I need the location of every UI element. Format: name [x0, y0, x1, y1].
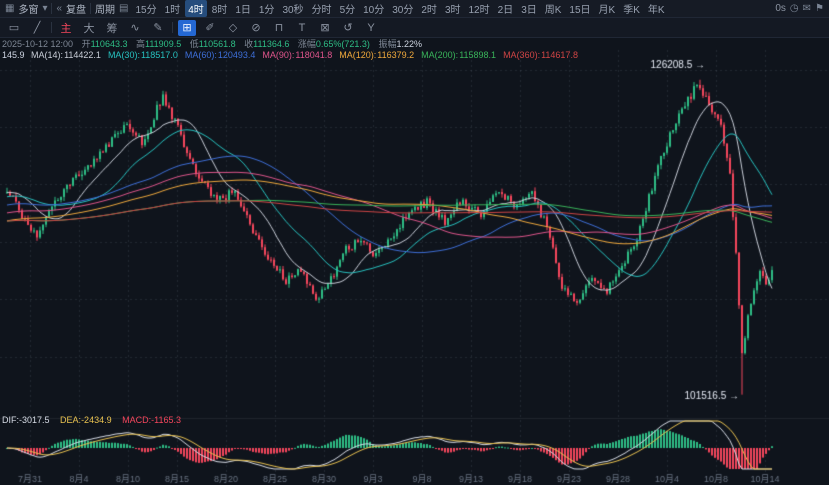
selection-tool-icon[interactable]: ▭ [5, 20, 23, 36]
timeframe-button[interactable]: 周K [542, 0, 565, 17]
multi-window-icon[interactable]: ▦ [5, 4, 14, 14]
candle-countdown: 0s [775, 3, 786, 14]
timeframe-button[interactable]: 8时 [209, 0, 231, 17]
timeframe-button[interactable]: 1时 [162, 0, 184, 17]
timeframe-button[interactable]: 月K [596, 0, 619, 17]
pencil-tool-icon[interactable]: ✐ [201, 20, 219, 36]
timeframe-button[interactable]: 1日 [232, 0, 254, 17]
draw-tool-icon[interactable]: ✎ [149, 20, 167, 36]
timeframe-button[interactable]: 12时 [466, 0, 493, 17]
timeframe-button[interactable]: 3日 [518, 0, 540, 17]
magnet-tool-icon[interactable]: ⊓ [270, 20, 288, 36]
timeframe-button[interactable]: 5分 [337, 0, 359, 17]
timeframe-list: 15分1时4时8时1日1分30秒分时5分10分30分2时3时12时2日3日周K1… [133, 0, 668, 17]
timeframe-button[interactable]: 15分 [133, 0, 160, 17]
main-indicator-tab[interactable]: 主 [57, 20, 75, 36]
alarm-icon[interactable]: ◷ [790, 4, 799, 14]
timeframe-button[interactable]: 2日 [495, 0, 517, 17]
separator [51, 3, 52, 14]
replay-icon[interactable]: « [56, 4, 62, 14]
fib-tool-icon[interactable]: Y [362, 20, 380, 36]
layout-tool-icon[interactable]: ⊞ [178, 20, 196, 36]
timeframe-button[interactable]: 30秒 [279, 0, 306, 17]
large-orders-tab[interactable]: 大 [80, 20, 98, 36]
timeframe-button[interactable]: 季K [620, 0, 643, 17]
period-list-icon[interactable]: ▤ [119, 4, 128, 14]
undo-icon[interactable]: ↺ [339, 20, 357, 36]
period-label[interactable]: 周期 [95, 1, 115, 16]
text-tool-icon[interactable]: T [293, 20, 311, 36]
timeframe-button[interactable]: 1分 [256, 0, 278, 17]
chips-tab[interactable]: 筹 [103, 20, 121, 36]
drawing-toolbar: ▭ ╱ 主大筹 ∿ ✎ ⊞ ✐ ◇ ⊘ ⊓ T ⊠ ↺ Y [0, 18, 829, 38]
timeframe-button[interactable]: 4时 [185, 0, 207, 17]
separator [51, 22, 52, 33]
separator [172, 22, 173, 33]
chart-area[interactable]: 2025-10-12 12:00 开110643.3 高111909.5 低11… [0, 38, 829, 485]
delete-tool-icon[interactable]: ⊠ [316, 20, 334, 36]
candlestick-chart-canvas[interactable] [0, 38, 829, 485]
replay-label[interactable]: 复盘 [66, 1, 86, 16]
top-toolbar: ▦ 多窗 ▾ « 复盘 周期 ▤ 15分1时4时8时1日1分30秒分时5分10分… [0, 0, 829, 18]
timeframe-button[interactable]: 30分 [389, 0, 416, 17]
timeframe-button[interactable]: 15日 [566, 0, 593, 17]
multi-window-label[interactable]: 多窗 [18, 1, 38, 16]
flag-icon[interactable]: ⚑ [815, 4, 824, 14]
timeframe-button[interactable]: 10分 [360, 0, 387, 17]
message-icon[interactable]: ✉ [803, 4, 811, 14]
shape-tool-icon[interactable]: ◇ [224, 20, 242, 36]
timeframe-button[interactable]: 3时 [442, 0, 464, 17]
timeframe-button[interactable]: 2时 [418, 0, 440, 17]
separator [90, 3, 91, 14]
chevron-down-icon[interactable]: ▾ [42, 4, 47, 14]
trendline-tool-icon[interactable]: ╱ [28, 20, 46, 36]
trading-app: ▦ 多窗 ▾ « 复盘 周期 ▤ 15分1时4时8时1日1分30秒分时5分10分… [0, 0, 829, 485]
timeframe-button[interactable]: 年K [645, 0, 668, 17]
forbid-tool-icon[interactable]: ⊘ [247, 20, 265, 36]
wave-tool-icon[interactable]: ∿ [126, 20, 144, 36]
timeframe-button[interactable]: 分时 [309, 0, 335, 17]
